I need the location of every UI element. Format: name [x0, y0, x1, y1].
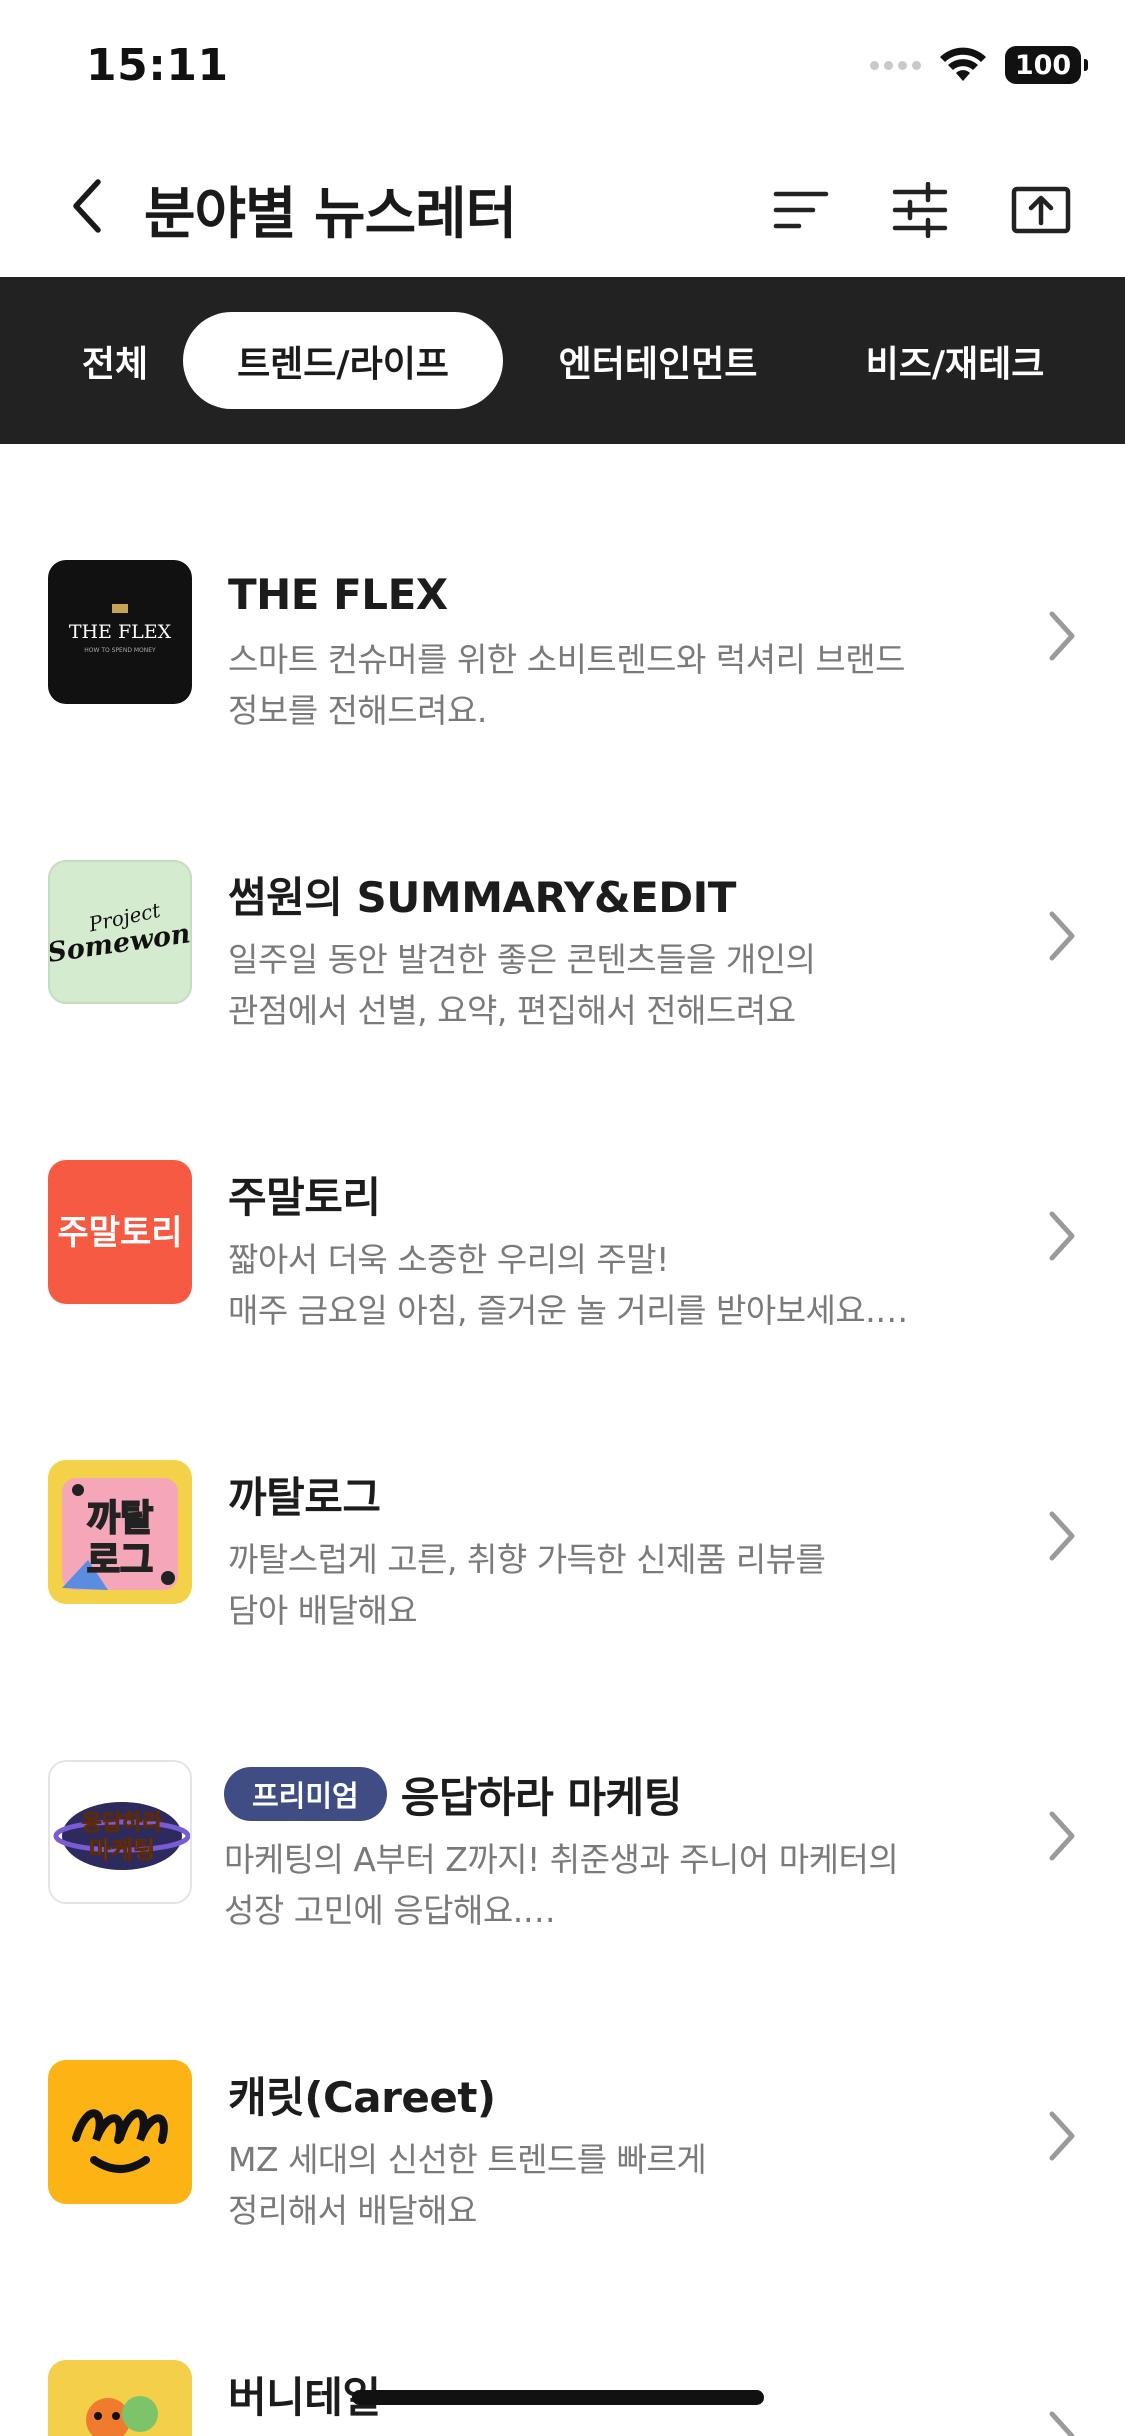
status-indicators: 100 — [870, 46, 1088, 84]
chevron-right-icon — [1049, 911, 1075, 961]
svg-text:까탈: 까탈 — [87, 1498, 153, 1539]
tab-biz-finance[interactable]: 비즈/재테크 — [840, 312, 1070, 409]
chevron-right-icon — [1049, 1211, 1075, 1261]
newsletter-thumbnail: 응답하라 마케팅 — [48, 1760, 192, 1904]
svg-text:로그: 로그 — [87, 1540, 153, 1581]
upload-icon — [1011, 186, 1071, 234]
newsletter-description: 까탈스럽게 고른, 취향 가득한 신제품 리뷰를 담아 배달해요 — [228, 1540, 826, 1630]
status-time: 15:11 — [86, 40, 229, 91]
thumb-title: 주말토리 — [57, 1213, 182, 1253]
newsletter-thumbnail — [48, 2060, 192, 2204]
newsletter-title: 썸원의 SUMMARY&EDIT — [228, 872, 736, 922]
chevron-right-icon — [1049, 1811, 1075, 1861]
newsletter-description: 짧아서 더욱 소중한 우리의 주말! 매주 금요일 아침, 즐거운 놀 거리를 … — [228, 1240, 908, 1330]
page-title: 분야별 뉴스레터 — [144, 182, 517, 247]
newsletter-title: 주말토리 — [228, 1172, 381, 1222]
battery-icon: 100 — [1005, 46, 1088, 84]
wifi-icon — [940, 47, 986, 81]
sliders-icon — [892, 182, 948, 238]
newsletter-title: 까탈로그 — [228, 1472, 381, 1522]
back-button[interactable] — [56, 171, 116, 241]
tab-entertainment[interactable]: 엔터테인먼트 — [538, 312, 778, 409]
newsletter-description: 스마트 컨슈머를 위한 소비트렌드와 럭셔리 브랜드 정보를 전해드려요. — [228, 640, 906, 730]
thumb-title: THE FLEX — [69, 621, 172, 643]
cellular-signal-icon — [870, 60, 921, 70]
share-button[interactable] — [1006, 175, 1076, 245]
tab-trend-life[interactable]: 트렌드/라이프 — [183, 312, 503, 409]
newsletter-title: THE FLEX — [228, 569, 448, 619]
chevron-right-icon — [1049, 1511, 1075, 1561]
header: 분야별 뉴스레터 — [0, 135, 1125, 277]
svg-text:마케팅: 마케팅 — [89, 1836, 155, 1864]
newsletter-thumbnail — [48, 2360, 192, 2436]
sort-icon — [773, 191, 829, 229]
newsletter-item-respond-marketing[interactable]: 응답하라 마케팅 프리미엄 응답하라 마케팅 마케팅의 A부터 Z까지! 취준생… — [0, 1644, 1125, 1944]
newsletter-thumbnail: Project Somewon — [48, 860, 192, 1004]
home-indicator[interactable] — [352, 2390, 764, 2405]
filter-button[interactable] — [885, 175, 955, 245]
newsletter-item-bunnytale[interactable]: 버니테일 — [0, 2244, 1125, 2436]
chevron-left-icon — [73, 179, 101, 233]
premium-badge: 프리미엄 — [224, 1767, 387, 1821]
newsletter-thumbnail: 까탈 로그 — [48, 1460, 192, 1604]
newsletter-item-somewon[interactable]: Project Somewon 썸원의 SUMMARY&EDIT 일주일 동안 … — [0, 744, 1125, 1044]
newsletter-title: 캐릿(Careet) — [228, 2072, 496, 2122]
chevron-right-icon — [1049, 611, 1075, 661]
sort-button[interactable] — [766, 175, 836, 245]
svg-text:응답하라: 응답하라 — [82, 1811, 164, 1836]
newsletter-description: 마케팅의 A부터 Z까지! 취준생과 주니어 마케터의 성장 고민에 응답해요.… — [224, 1840, 899, 1930]
category-tab-bar: 전체 트렌드/라이프 엔터테인먼트 비즈/재테크 — [0, 277, 1125, 444]
newsletter-item-the-flex[interactable]: THE FLEX HOW TO SPEND MONEY THE FLEX 스마트… — [0, 444, 1125, 744]
chevron-right-icon — [1049, 2111, 1075, 2161]
newsletter-thumbnail: THE FLEX HOW TO SPEND MONEY — [48, 560, 192, 704]
newsletter-item-careet[interactable]: 캐릿(Careet) MZ 세대의 신선한 트렌드를 빠르게 정리해서 배달해요 — [0, 1944, 1125, 2244]
newsletter-thumbnail: 주말토리 — [48, 1160, 192, 1304]
newsletter-title: 응답하라 마케팅 — [400, 1772, 683, 1822]
status-bar: 15:11 100 — [0, 0, 1125, 135]
chevron-right-icon — [1049, 2411, 1075, 2436]
newsletter-item-jumaltori[interactable]: 주말토리 주말토리 짧아서 더욱 소중한 우리의 주말! 매주 금요일 아침, … — [0, 1044, 1125, 1344]
newsletter-description: 일주일 동안 발견한 좋은 콘텐츠들을 개인의 관점에서 선별, 요약, 편집해… — [228, 940, 816, 1030]
newsletter-item-katalog[interactable]: 까탈 로그 까탈로그 까탈스럽게 고른, 취향 가득한 신제품 리뷰를 담아 배… — [0, 1344, 1125, 1644]
tab-all[interactable]: 전체 — [60, 312, 170, 409]
thumb-subtitle: HOW TO SPEND MONEY — [84, 647, 156, 654]
newsletter-description: MZ 세대의 신선한 트렌드를 빠르게 정리해서 배달해요 — [228, 2140, 707, 2230]
